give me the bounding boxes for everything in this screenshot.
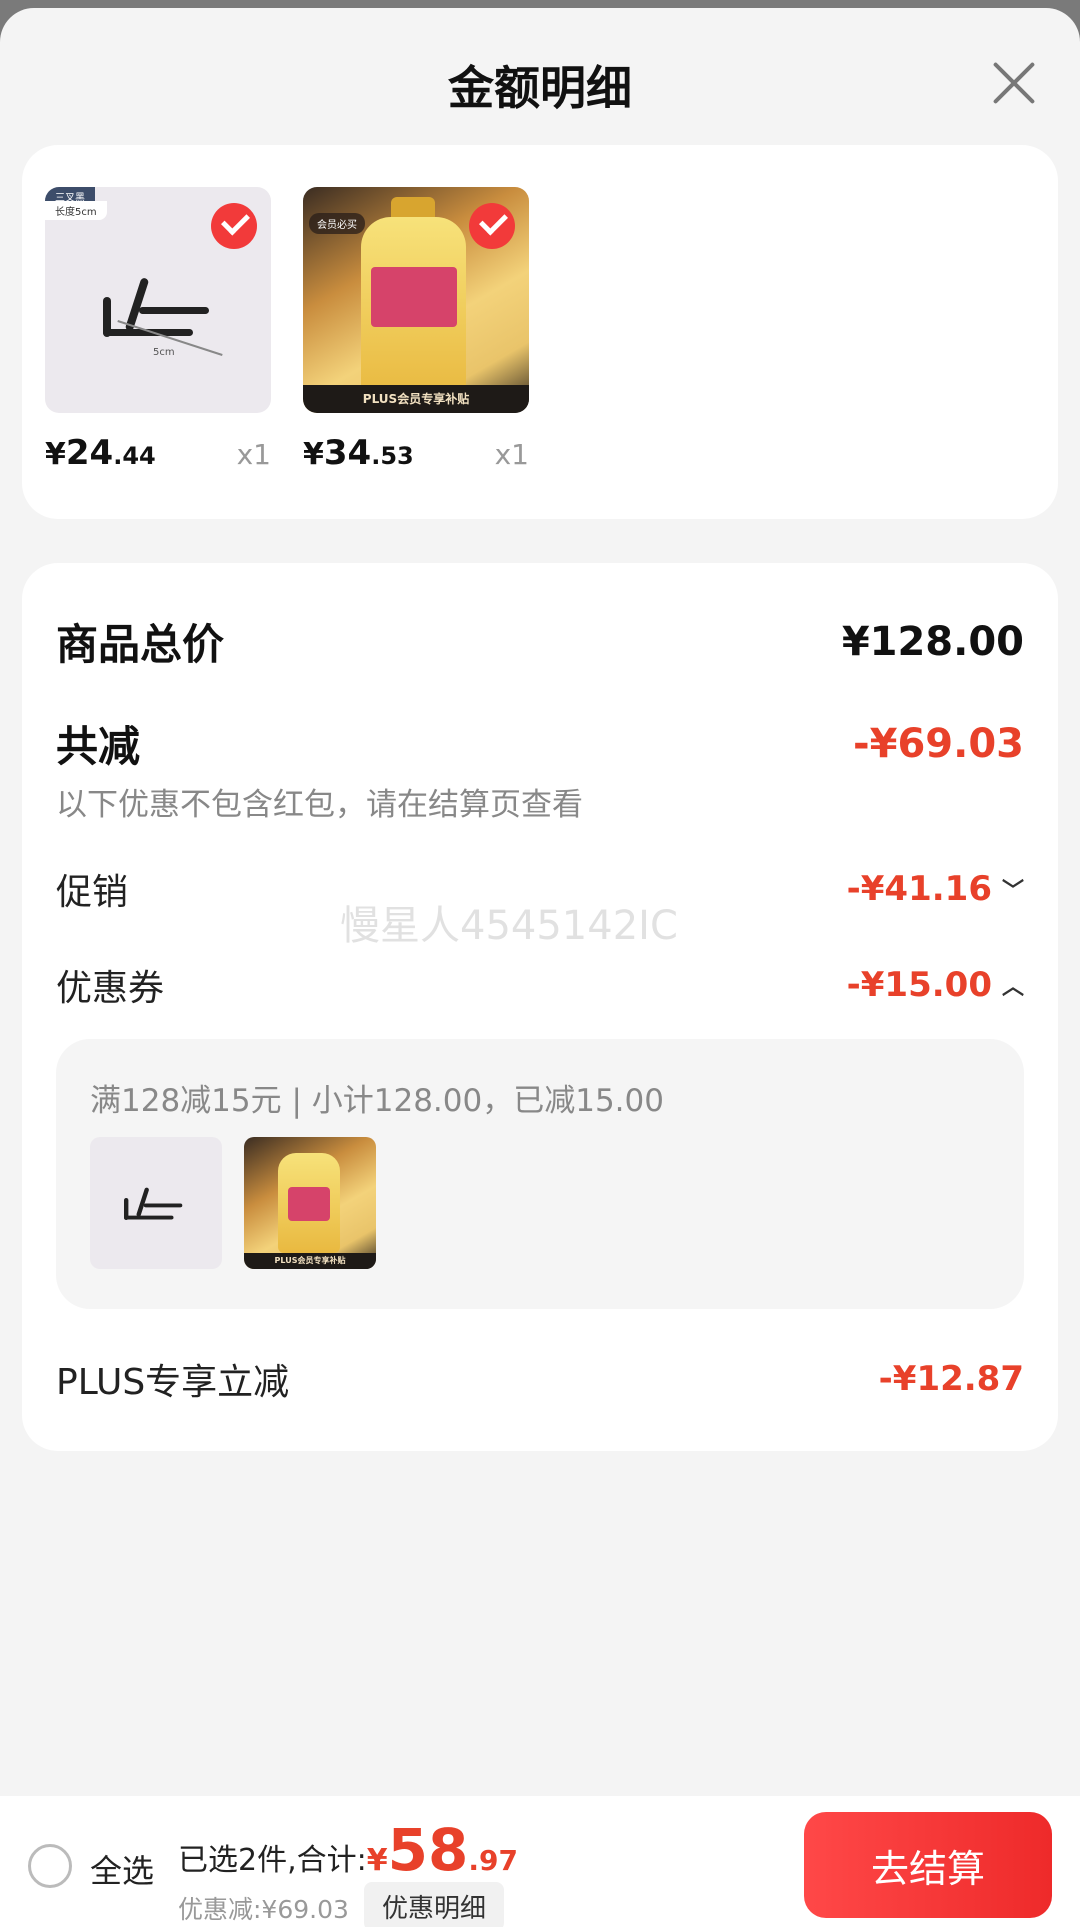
discount-note: 以下优惠不包含红包，请在结算页查看: [56, 787, 583, 823]
page-title: 金额明细: [448, 61, 632, 115]
coupon-detail-box: 满128减15元 | 小计128.00，已减15.00 PLUS会员专享补贴: [56, 1039, 1024, 1309]
price-details-card: 商品总价 ¥128.00 共减 -¥69.03 以下优惠不包含红包，请在结算页查…: [22, 563, 1058, 1451]
plus-value: -¥12.87: [878, 1359, 1024, 1399]
product-quantity: x1: [494, 438, 529, 471]
coupon-rule: 满128减15元 | 小计128.00，已减15.00: [90, 1083, 664, 1119]
amount-detail-sheet: 金额明细 三叉黑 长度5cm 5cm ¥24.44 x1 会员必买 PLUS会员…: [0, 8, 1080, 1927]
discount-summary: 优惠减:¥69.03: [178, 1895, 349, 1924]
order-total: 已选2件,合计: ¥ 58 .97: [178, 1816, 518, 1884]
product-item-oil[interactable]: 会员必买 PLUS会员专享补贴 ¥34.53 x1: [303, 187, 529, 473]
member-tag: 会员必买: [309, 213, 365, 234]
dimension-label: 5cm: [153, 347, 175, 358]
checked-icon[interactable]: [469, 203, 515, 249]
product-tag: 长度5cm: [45, 201, 107, 220]
checkout-button[interactable]: 去结算: [804, 1812, 1052, 1918]
product-quantity: x1: [236, 438, 271, 471]
promo-row[interactable]: 促销 -¥41.16 ﹀: [56, 863, 1024, 915]
product-item-hook[interactable]: 三叉黑 长度5cm 5cm ¥24.44 x1: [45, 187, 271, 473]
select-all-label[interactable]: 全选: [90, 1846, 154, 1892]
product-card: 三叉黑 长度5cm 5cm ¥24.44 x1 会员必买 PLUS会员专享补贴 …: [22, 145, 1058, 519]
coupon-product-thumb-oil: PLUS会员专享补贴: [244, 1137, 376, 1269]
product-price: ¥24.44: [45, 433, 156, 473]
reduce-label: 共减: [56, 722, 141, 771]
chevron-up-icon[interactable]: ︿: [1002, 969, 1024, 1001]
coupon-label: 优惠券: [56, 968, 165, 1009]
product-price: ¥34.53: [303, 433, 414, 473]
plus-label: PLUS专享立减: [56, 1362, 290, 1403]
select-all-radio[interactable]: [28, 1844, 72, 1888]
reduce-value: -¥69.03: [853, 720, 1024, 767]
coupon-value: -¥15.00: [846, 965, 992, 1005]
discount-detail-button[interactable]: 优惠明细: [364, 1882, 505, 1927]
coupon-product-thumb-hook: [90, 1137, 222, 1269]
chevron-down-icon[interactable]: ﹀: [1002, 873, 1024, 905]
coupon-row[interactable]: 优惠券 -¥15.00 ︿: [56, 959, 1024, 1011]
promo-value: -¥41.16: [846, 869, 992, 909]
product-image-oil: 会员必买 PLUS会员专享补贴: [303, 187, 529, 413]
checkout-bar: 全选 已选2件,合计: ¥ 58 .97 优惠减:¥69.03 优惠明细 去结算: [0, 1796, 1080, 1927]
total-value: ¥128.00: [841, 618, 1024, 665]
promo-label: 促销: [56, 872, 129, 913]
total-label: 商品总价: [56, 620, 225, 669]
checked-icon[interactable]: [211, 203, 257, 249]
close-icon[interactable]: [990, 60, 1036, 106]
product-image-hook: 三叉黑 长度5cm 5cm: [45, 187, 271, 413]
promo-band: PLUS会员专享补贴: [303, 385, 529, 413]
bottle-label: [371, 267, 457, 327]
